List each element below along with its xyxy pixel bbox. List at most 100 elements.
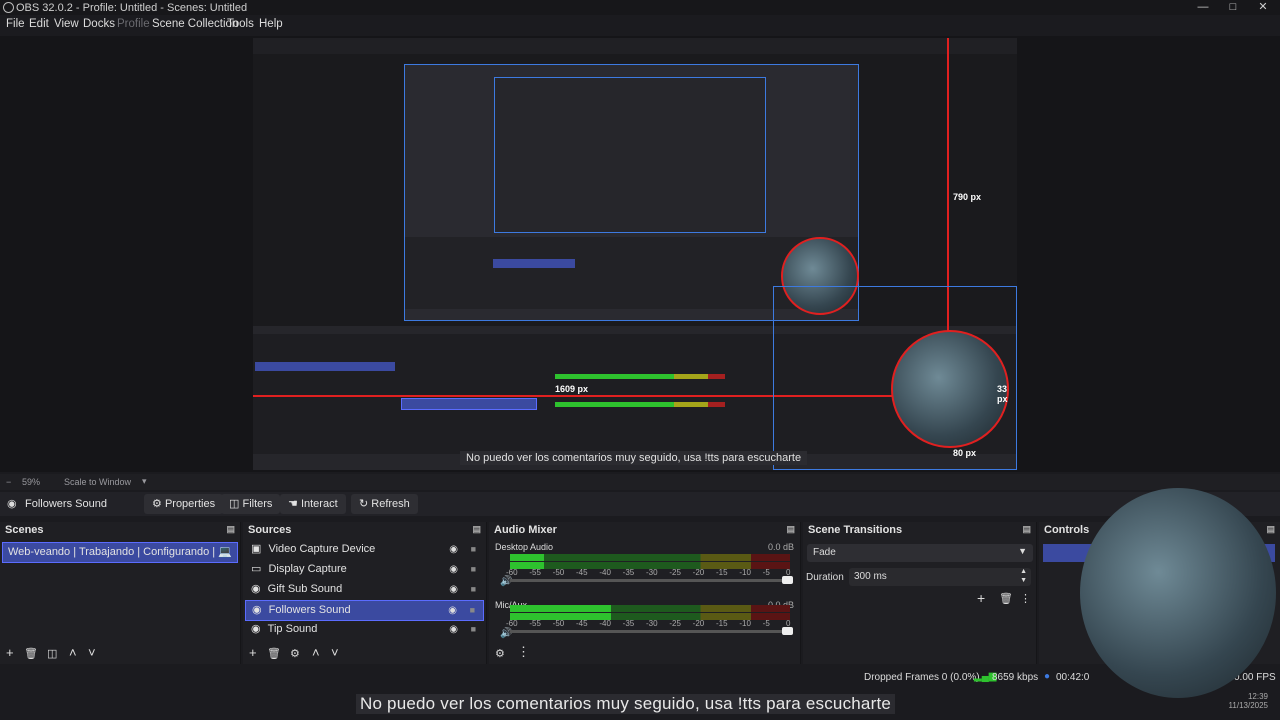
- measure-bottom-label: 80 px: [953, 448, 977, 458]
- interact-button[interactable]: ☚ Interact: [280, 494, 346, 514]
- source-item[interactable]: ◉ Gift Sub Sound ◉ ■: [245, 580, 484, 599]
- stream-time: 00:42:0: [1056, 672, 1090, 683]
- meter-scale-label: -60: [506, 619, 518, 628]
- menu-view[interactable]: View: [54, 18, 79, 30]
- more-options-icon[interactable]: ⋮: [517, 644, 530, 660]
- more-options-icon[interactable]: ⋮: [1020, 592, 1031, 605]
- move-down-icon[interactable]: ˅: [88, 645, 96, 660]
- lock-icon[interactable]: ■: [470, 601, 475, 620]
- maximize-button[interactable]: □: [1218, 0, 1248, 15]
- preview-canvas[interactable]: 790 px 1609 px 33 px 80 px: [253, 38, 1017, 470]
- zoom-dropdown-icon[interactable]: ▾: [142, 476, 147, 487]
- meter-scale-label: -55: [529, 619, 541, 628]
- source-item[interactable]: ▭ Display Capture ◉ ■: [245, 560, 484, 579]
- move-up-icon[interactable]: ˄: [69, 645, 77, 660]
- visibility-eye-icon[interactable]: ◉: [449, 580, 458, 599]
- source-properties-icon[interactable]: ⚙: [290, 647, 300, 660]
- visibility-eye-icon[interactable]: ◉: [449, 620, 458, 639]
- camera-icon: ▣: [251, 543, 262, 555]
- duration-input[interactable]: 300 ms ▲ ▼: [849, 568, 1031, 586]
- stream-icon: ●: [1044, 671, 1051, 682]
- meter-scale-label: -15: [716, 568, 728, 577]
- menu-tools[interactable]: Tools: [227, 18, 254, 30]
- system-clock: 12:39 11/13/2025: [1222, 692, 1268, 710]
- spin-down-icon[interactable]: ▼: [1020, 577, 1027, 584]
- meter-scale-label: -35: [622, 619, 635, 628]
- remove-scene-icon[interactable]: 🗑: [24, 647, 38, 660]
- lock-icon[interactable]: ■: [471, 620, 476, 639]
- properties-button[interactable]: ⚙ Properties: [144, 494, 224, 514]
- duration-value: 300 ms: [854, 571, 887, 582]
- meter-scale-label: -50: [552, 568, 565, 577]
- close-button[interactable]: ✕: [1248, 0, 1278, 15]
- webcam-source[interactable]: [891, 330, 1009, 448]
- transition-select[interactable]: Fade ▼: [807, 544, 1033, 562]
- menu-help[interactable]: Help: [259, 18, 283, 30]
- meter-scale-label: -5: [762, 619, 770, 628]
- preview-subtitle: No puedo ver los comentarios muy seguido…: [460, 451, 808, 465]
- menu-profile[interactable]: Profile: [117, 18, 150, 30]
- volume-slider-knob[interactable]: [782, 627, 793, 635]
- scenes-title: Scenes: [5, 524, 44, 536]
- source-item-selected[interactable]: ◉ Followers Sound ◉ ■: [245, 600, 484, 621]
- remove-transition-icon[interactable]: 🗑: [999, 592, 1013, 605]
- meter-level: [510, 554, 544, 561]
- advanced-audio-icon[interactable]: ⚙: [495, 647, 505, 660]
- volume-slider[interactable]: [510, 579, 790, 582]
- lock-icon[interactable]: ■: [471, 580, 476, 599]
- dock-menu-icon[interactable]: ▤: [1266, 524, 1275, 535]
- add-transition-icon[interactable]: +: [977, 590, 985, 606]
- source-item[interactable]: ◉ Tip Sound ◉ ■: [245, 620, 484, 639]
- visibility-eye-icon[interactable]: ◉: [448, 601, 457, 620]
- visibility-eye-icon[interactable]: ◉: [449, 560, 458, 579]
- lock-icon[interactable]: ■: [471, 540, 476, 559]
- dock-menu-icon[interactable]: ▤: [226, 524, 235, 535]
- dock-menu-icon[interactable]: ▤: [472, 524, 481, 535]
- title-bar: OBS 32.0.2 - Profile: Untitled - Scenes:…: [0, 0, 1280, 15]
- obs-logo-icon: [3, 2, 14, 13]
- spin-up-icon[interactable]: ▲: [1020, 568, 1027, 575]
- volume-slider-knob[interactable]: [782, 576, 793, 584]
- zoom-value: 59%: [22, 477, 41, 487]
- remove-source-icon[interactable]: 🗑: [267, 647, 281, 660]
- measure-vertical-label: 790 px: [953, 192, 982, 202]
- zoom-bar: − 59% Scale to Window ▾: [0, 474, 1280, 490]
- filters-button[interactable]: ◫ Filters: [221, 494, 281, 514]
- scene-item[interactable]: Web-veando | Trabajando | Configurando |…: [2, 542, 238, 563]
- meter-scale-label: -40: [599, 568, 611, 577]
- nested-titlebar: [253, 38, 1017, 54]
- gear-icon: ⚙: [152, 498, 162, 510]
- lock-icon[interactable]: ■: [471, 560, 476, 579]
- zoom-out-icon[interactable]: −: [6, 477, 11, 487]
- nested-capture-1: [404, 64, 859, 321]
- meter-scale-label: -25: [669, 568, 681, 577]
- pointer-icon: ☚: [288, 498, 298, 510]
- source-item[interactable]: ▣ Video Capture Device ◉ ■: [245, 540, 484, 559]
- menu-docks[interactable]: Docks: [83, 18, 115, 30]
- zoom-mode[interactable]: Scale to Window: [64, 477, 131, 487]
- scene-filter-icon[interactable]: ◫: [47, 647, 57, 660]
- move-down-icon[interactable]: ˅: [331, 645, 339, 660]
- meter-scale-label: -5: [762, 568, 770, 577]
- refresh-button[interactable]: ↻ Refresh: [351, 494, 418, 514]
- menu-file[interactable]: File: [6, 18, 25, 30]
- measure-right-label: 33 px: [997, 384, 1008, 404]
- meter-scale-label: -30: [646, 568, 658, 577]
- menu-edit[interactable]: Edit: [29, 18, 49, 30]
- meter-level: [510, 605, 611, 612]
- meter-scale-label: -20: [692, 568, 705, 577]
- meter-scale-label: -50: [552, 619, 565, 628]
- dock-menu-icon[interactable]: ▤: [1022, 524, 1031, 535]
- meter-scale-label: -25: [669, 619, 681, 628]
- visibility-eye-icon[interactable]: ◉: [449, 540, 458, 559]
- volume-slider[interactable]: [510, 630, 790, 633]
- controls-title: Controls: [1044, 524, 1090, 536]
- add-source-icon[interactable]: +: [249, 645, 257, 660]
- meter-scale-label: -35: [622, 568, 635, 577]
- dock-menu-icon[interactable]: ▤: [786, 524, 795, 535]
- move-up-icon[interactable]: ˄: [312, 645, 320, 660]
- minimize-button[interactable]: —: [1188, 0, 1218, 15]
- menu-scene-collection[interactable]: Scene Collection: [152, 18, 238, 30]
- globe-icon: ◉: [251, 623, 261, 635]
- add-scene-icon[interactable]: +: [6, 645, 14, 660]
